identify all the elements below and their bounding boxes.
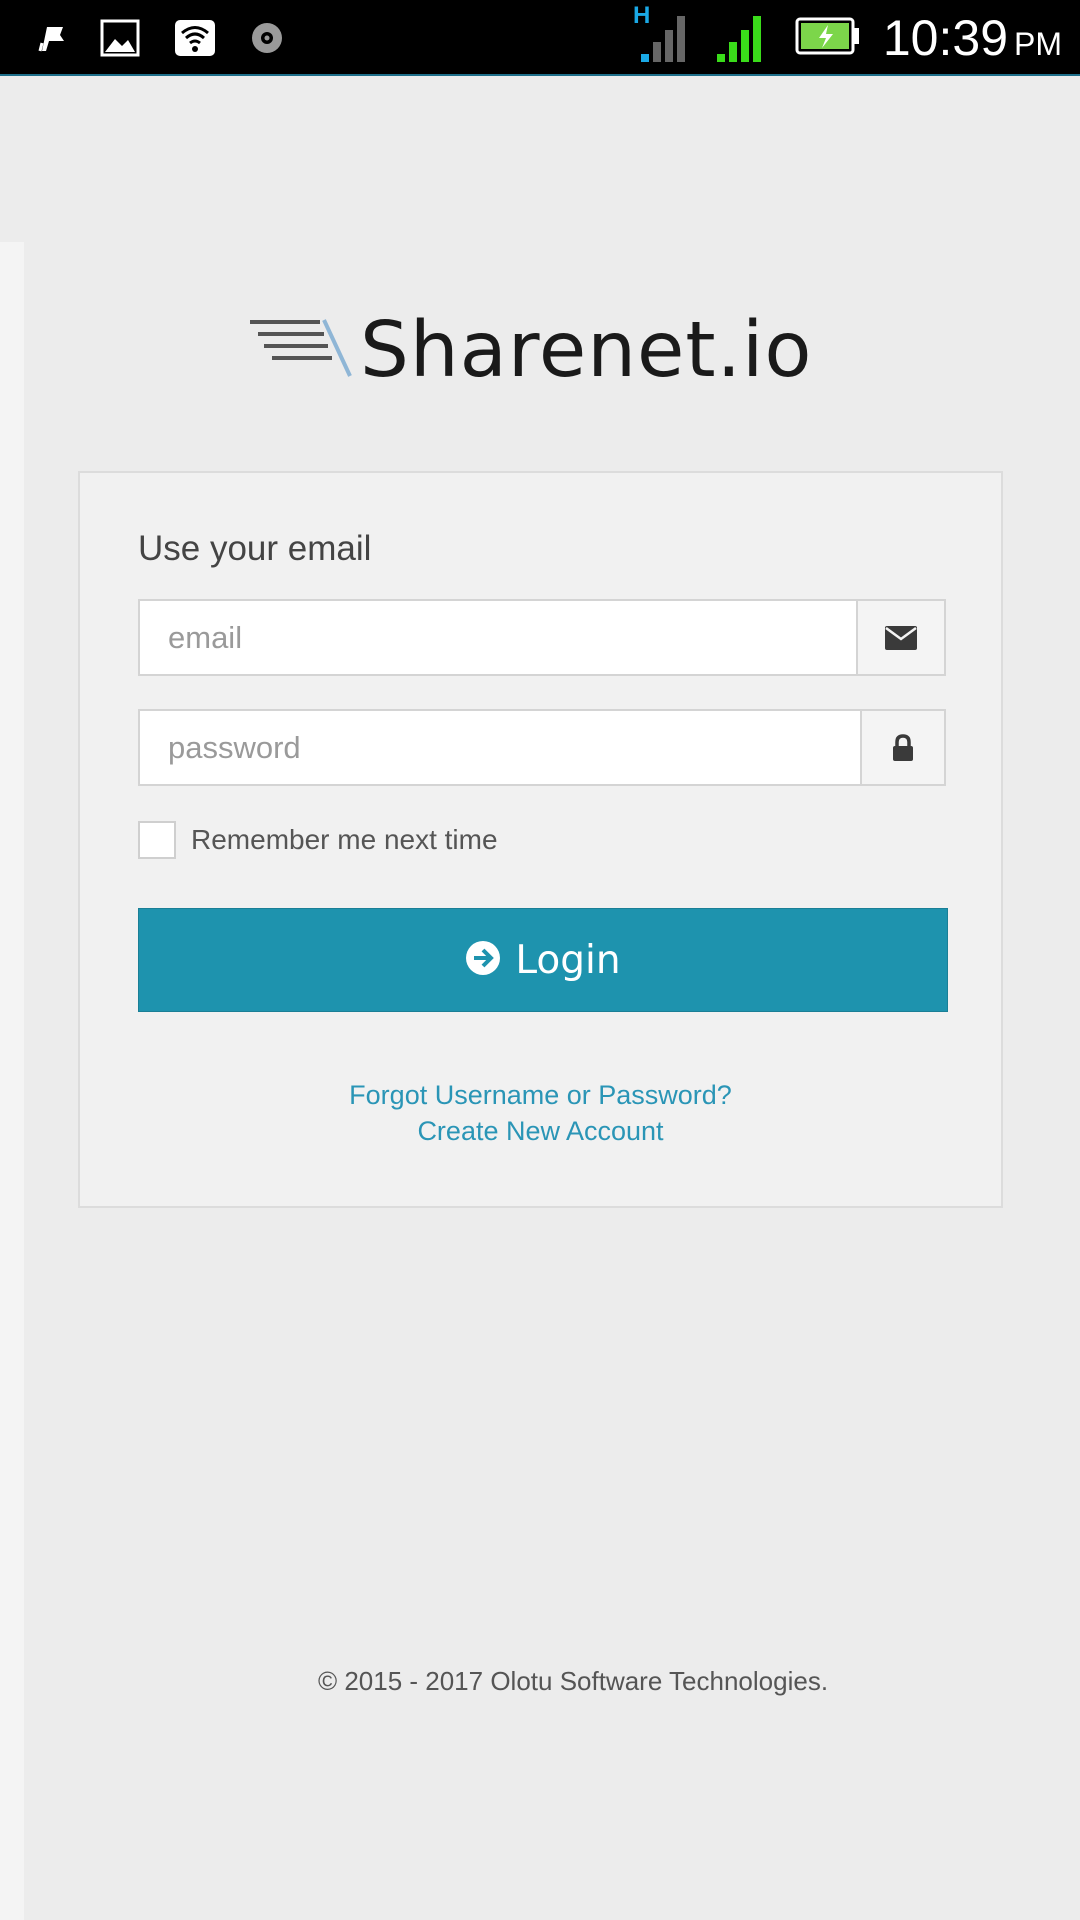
remember-me-row: Remember me next time — [138, 821, 498, 859]
lock-icon — [860, 711, 944, 784]
status-bar: H 10:39 PM — [0, 0, 1080, 76]
forgot-credentials-link[interactable]: Forgot Username or Password? — [80, 1077, 1001, 1113]
footer-copyright: © 2015 - 2017 Olotu Software Technologie… — [317, 1666, 829, 1696]
password-input-group — [138, 709, 946, 786]
battery-charging-icon — [795, 16, 861, 61]
clock-time: 10:39 — [882, 10, 1008, 66]
app-logo: Sharenet.io — [248, 306, 813, 395]
status-notifications — [38, 14, 284, 62]
sync-disc-icon — [250, 21, 284, 55]
login-button-label: Login — [515, 937, 621, 983]
email-input[interactable] — [140, 601, 856, 674]
create-account-link[interactable]: Create New Account — [80, 1113, 1001, 1149]
circle-arrow-right-icon — [465, 940, 501, 981]
signal-sim1-icon — [639, 8, 689, 69]
status-system: 10:39 PM — [639, 0, 1062, 76]
notification-flag-icon — [38, 23, 66, 53]
remember-me-label[interactable]: Remember me next time — [191, 824, 498, 856]
signal-sim2-icon — [715, 8, 765, 69]
logo-text: Sharenet.io — [360, 305, 813, 395]
account-links: Forgot Username or Password? Create New … — [80, 1077, 1001, 1149]
card-heading: Use your email — [138, 529, 372, 568]
login-card: Use your email Remember me next time Log… — [78, 471, 1003, 1208]
envelope-icon — [856, 601, 944, 674]
password-input[interactable] — [140, 711, 860, 784]
email-input-group — [138, 599, 946, 676]
wifi-icon — [174, 19, 216, 57]
logo-speed-lines-icon — [248, 316, 354, 385]
remember-me-checkbox[interactable] — [138, 821, 176, 859]
image-icon — [100, 19, 140, 57]
status-clock: 10:39 PM — [883, 9, 1062, 67]
login-button[interactable]: Login — [138, 908, 948, 1012]
clock-ampm: PM — [1014, 26, 1062, 62]
